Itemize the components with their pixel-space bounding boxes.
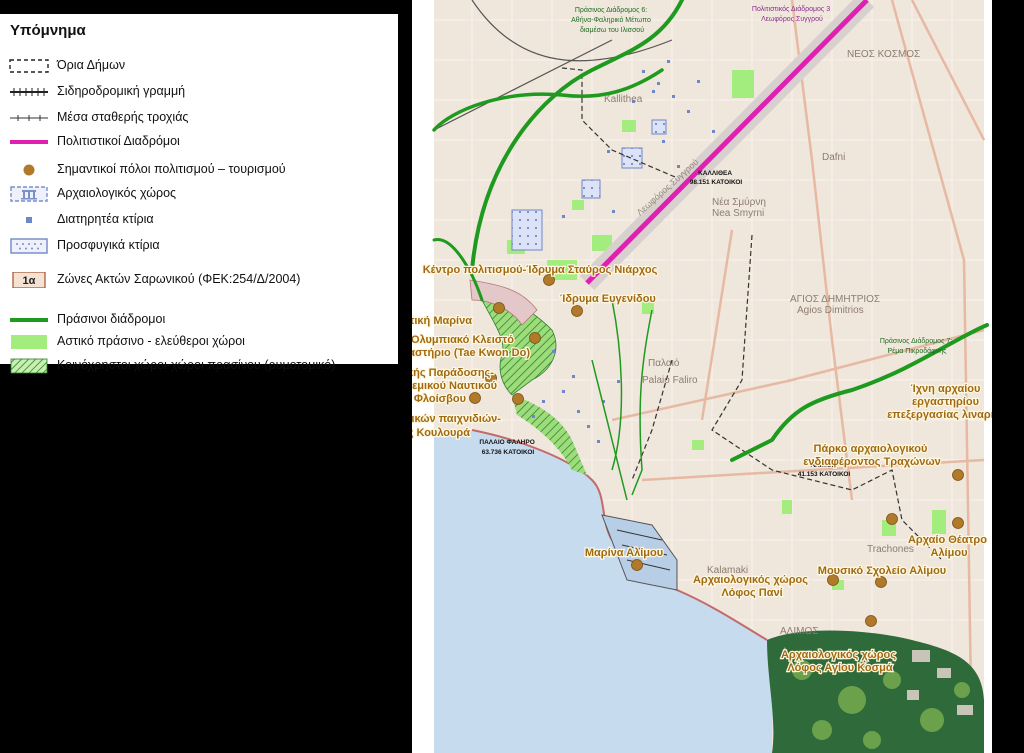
legend-item-municipal-boundaries: Όρια Δήμων [0, 56, 398, 76]
pole-theatre[interactable] [952, 517, 964, 529]
map-area[interactable]: ΝΕΟΣ ΚΟΣΜΟΣ Kallithea Dafni Νέα Σμύρνη N… [412, 0, 992, 753]
green-route-6-label: Πράσινος Διάδρομος 6: Αθήνα-Φαληρικό Μέτ… [571, 6, 653, 34]
legend-label: Μέσα σταθερής τροχιάς [57, 110, 189, 124]
pole-marina-alimou[interactable] [631, 559, 643, 571]
legend-item-preserved-buildings: Διατηρητέα κτίρια [0, 210, 398, 230]
legend-label: Αστικό πράσινο - ελεύθεροι χώροι [57, 334, 245, 348]
pole-workshop[interactable] [952, 469, 964, 481]
legend-item-fixed-track: Μέσα σταθερής τροχιάς [0, 108, 398, 128]
legend-label: Προσφυγικά κτίρια [57, 238, 160, 252]
hatched-green-icon [10, 358, 48, 374]
legend-label: Πράσινοι διάδρομοι [57, 312, 166, 326]
place-label-trachones-park: Πάρκο αρχαιολογικού ενδιαφέροντος Τραχών… [803, 443, 941, 468]
legend-item-railway-line: Σιδηροδρομική γραμμή [0, 82, 398, 102]
base-label: ΝΕΟΣ ΚΟΣΜΟΣ [847, 49, 920, 60]
legend-item-urban-green: Αστικό πράσινο - ελεύθεροι χώροι [0, 332, 398, 352]
place-label-naval-park: Πάρκο Ναυτικής Παράδοσης- Μουσείο Πολεμι… [412, 367, 497, 392]
place-label-flisvos: Μαρίνα Φλοίσβου [412, 393, 466, 405]
magenta-line-icon [10, 140, 48, 144]
temple-icon [10, 186, 48, 202]
light-green-box-icon [11, 335, 47, 349]
legend-label: Κοινόχρηστοι χώροι-χώροι πρασίνου (ρυμοτ… [57, 358, 336, 372]
pole-toy-museum[interactable] [512, 393, 524, 405]
place-label-eugenides: Ίδρυμα Ευγενίδου [560, 293, 656, 305]
pole-agios-kosmas[interactable] [865, 615, 877, 627]
legend-item-cultural-routes: Πολιτιστικοί Διαδρόμοι [0, 132, 398, 152]
legend-label: Σιδηροδρομική γραμμή [57, 84, 186, 98]
dashed-boundary-icon [9, 59, 49, 73]
base-label: Νέα Σμύρνη [712, 196, 766, 208]
right-margin [984, 0, 992, 753]
place-label-snfcc: Κέντρο πολιτισμού-Ίδρυμα Σταύρος Νιάρχος [423, 264, 658, 276]
base-label: ΑΛΙΜΟΣ [780, 626, 818, 637]
tram-line-icon [10, 115, 48, 121]
base-label: Παλαιό [648, 357, 680, 369]
legend-item-common-spaces: Κοινόχρηστοι χώροι-χώροι πρασίνου (ρυμοτ… [0, 356, 398, 376]
legend-label: Σημαντικοί πόλοι πολιτισμού – τουρισμού [57, 162, 286, 176]
small-square-icon [26, 217, 32, 223]
pole-eugenides[interactable] [571, 305, 583, 317]
base-label: Nea Smyrni [712, 208, 764, 219]
legend-item-poles: Σημαντικοί πόλοι πολιτισμού – τουρισμού [0, 160, 398, 180]
pole-trachones-park[interactable] [886, 513, 898, 525]
brown-dot-icon [23, 164, 35, 176]
legend-item-green-routes: Πράσινοι διάδρομοι [0, 310, 398, 330]
base-label: ΑΓΙΟΣ ΔΗΜΗΤΡΙΟΣ [790, 294, 880, 305]
place-label-agios-kosmas: Αρχαιολογικός χώρος Λόφος Αγίου Κοσμά [781, 649, 899, 674]
legend-label: Διατηρητέα κτίρια [57, 212, 154, 226]
legend-item-refugee-buildings: Προσφυγικά κτίρια [0, 236, 398, 256]
place-label-olympic-hall: Ολυμπιακό Κλειστό Γυμναστήριο (Tae Kwon … [412, 334, 530, 359]
dotted-box-icon [10, 238, 48, 254]
place-label-marina-alimou: Μαρίνα Αλίμου [585, 547, 663, 559]
base-label: Agios Dimitrios [797, 305, 864, 316]
base-label: Kallithea [604, 94, 643, 105]
pole-nautical-marina[interactable] [493, 302, 505, 314]
green-line-icon [10, 318, 48, 322]
place-label-nautical-marina: Ναυταθλητική Μαρίνα [412, 315, 472, 327]
base-label: Dafni [822, 152, 845, 163]
legend-title: Υπόμνημα [10, 22, 86, 39]
pole-olympic-hall[interactable] [529, 332, 541, 344]
legend-label: Όρια Δήμων [57, 58, 126, 72]
legend-item-saronic-zones: 1α Ζώνες Ακτών Σαρωνικού (ΦΕΚ:254/Δ/2004… [0, 270, 398, 290]
pole-flisvos[interactable] [469, 392, 481, 404]
legend-item-archaeological-site: Αρχαιολογικός χώρος [0, 184, 398, 204]
legend-label: Αρχαιολογικός χώρος [57, 186, 177, 200]
zone-badge-icon: 1α [12, 272, 46, 288]
zone-badge-text: 1α [23, 275, 36, 287]
place-label-music-school: Μουσικό Σχολείο Αλίμου [818, 565, 946, 577]
railway-icon [10, 88, 48, 96]
pole-music-school[interactable] [875, 576, 887, 588]
pole-snfcc[interactable] [543, 274, 555, 286]
base-label: Trachones [867, 544, 914, 555]
legend-label: Ζώνες Ακτών Σαρωνικού (ΦΕΚ:254/Δ/2004) [57, 272, 301, 286]
legend-label: Πολιτιστικοί Διαδρόμοι [57, 134, 180, 148]
base-label: Palaio Faliro [642, 375, 698, 386]
map-legend: Υπόμνημα Όρια Δήμων Σιδηροδρομική γραμμή… [0, 14, 398, 374]
map-canvas: ΝΕΟΣ ΚΟΣΜΟΣ Kallithea Dafni Νέα Σμύρνη N… [412, 0, 992, 753]
